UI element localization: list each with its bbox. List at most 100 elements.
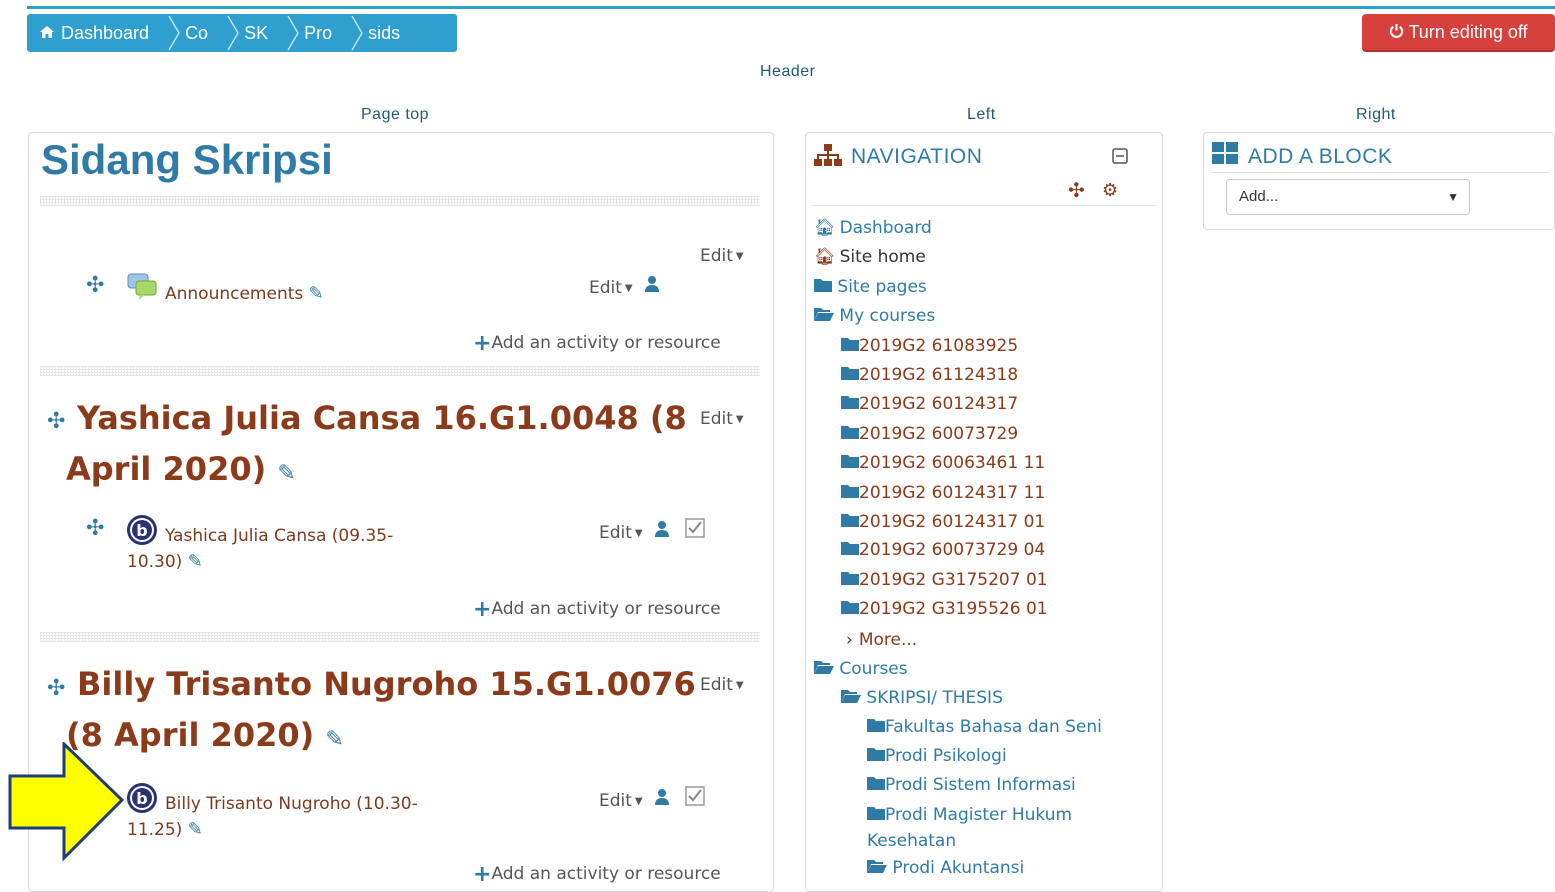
- pencil-icon[interactable]: ✎: [277, 461, 295, 486]
- breadcrumb-label: SK: [244, 22, 269, 43]
- section-edit-menu[interactable]: Edit ▼: [700, 675, 744, 695]
- announcements-link[interactable]: Announcements ✎: [165, 283, 324, 304]
- move-icon[interactable]: ✣: [86, 516, 104, 541]
- svg-text:b: b: [136, 789, 147, 808]
- course-item[interactable]: 2019G2 G3175207 01: [841, 570, 1048, 590]
- add-activity-link[interactable]: +Add an activity or resource: [473, 331, 721, 356]
- region-right-label: Right: [1356, 106, 1396, 123]
- user-icon[interactable]: [654, 521, 670, 543]
- pencil-icon[interactable]: ✎: [309, 283, 324, 304]
- nav-item-my-courses[interactable]: My courses: [814, 306, 935, 326]
- pencil-icon[interactable]: ✎: [325, 727, 343, 752]
- breadcrumb: Dashboard Co SK Pro sids: [27, 14, 457, 52]
- folder-open-icon: [814, 306, 834, 326]
- completion-checkbox-icon[interactable]: [685, 786, 706, 811]
- top-accent-line: [27, 6, 1555, 9]
- breadcrumb-co[interactable]: Co: [171, 14, 230, 52]
- nav-label: My courses: [839, 306, 936, 326]
- folder-open-icon: [867, 858, 887, 878]
- dropdown-arrow-icon: ▼: [1447, 190, 1459, 204]
- activity-line1[interactable]: Yashica Julia Cansa (09.35-: [165, 526, 393, 546]
- nav-item-site-pages[interactable]: Site pages: [814, 277, 927, 297]
- turn-editing-off-button[interactable]: Turn editing off: [1362, 14, 1555, 52]
- add-activity-link[interactable]: +Add an activity or resource: [473, 597, 721, 622]
- nav-item-more[interactable]: › More...: [846, 630, 917, 650]
- move-icon[interactable]: ✣: [86, 273, 104, 298]
- breadcrumb-dashboard[interactable]: Dashboard: [27, 14, 171, 52]
- svg-text:b: b: [136, 521, 147, 540]
- add-block-select[interactable]: Add... ▼: [1226, 179, 1470, 215]
- folder-icon: [841, 394, 859, 414]
- course-label: 2019G2 60063461 11: [859, 453, 1046, 473]
- section-edit-menu[interactable]: Edit ▼: [700, 246, 744, 266]
- pencil-icon[interactable]: ✎: [188, 819, 203, 840]
- nav-item-category[interactable]: Prodi Sistem Informasi: [867, 775, 1076, 795]
- turn-editing-label: Turn editing off: [1408, 21, 1528, 42]
- edit-label: Edit: [599, 523, 632, 543]
- folder-icon: [841, 512, 859, 532]
- course-item[interactable]: 2019G2 60073729 04: [841, 540, 1045, 560]
- section-edit-menu[interactable]: Edit ▼: [700, 409, 744, 429]
- nav-item-courses[interactable]: Courses: [814, 659, 908, 679]
- edit-label: Edit: [700, 409, 733, 429]
- plus-icon: +: [473, 862, 492, 887]
- user-icon[interactable]: [644, 276, 660, 298]
- course-item[interactable]: 2019G2 60124317 11: [841, 483, 1045, 503]
- move-icon[interactable]: ✣: [47, 409, 65, 434]
- completion-checkbox-icon[interactable]: [685, 518, 706, 543]
- section-divider: [40, 632, 760, 642]
- caret-down-icon: ▼: [634, 796, 643, 807]
- blocks-grid-icon: [1212, 142, 1238, 168]
- move-block-icon[interactable]: ✣: [1068, 178, 1085, 202]
- activity-line1[interactable]: Billy Trisanto Nugroho (10.30-: [165, 794, 418, 814]
- nav-item-category[interactable]: Prodi Psikologi: [867, 746, 1007, 766]
- course-item[interactable]: 2019G2 61083925: [841, 336, 1018, 356]
- bigbluebutton-icon: b: [126, 782, 158, 818]
- course-item[interactable]: 2019G2 60124317 01: [841, 512, 1045, 532]
- gear-icon[interactable]: ⚙: [1102, 180, 1118, 201]
- section-divider: [40, 366, 760, 376]
- user-icon[interactable]: [654, 789, 670, 811]
- home-icon: [39, 23, 55, 44]
- activity-edit-menu[interactable]: Edit ▼: [589, 275, 660, 298]
- breadcrumb-sids[interactable]: sids: [354, 14, 422, 52]
- move-icon[interactable]: ✣: [47, 676, 65, 701]
- add-activity-link[interactable]: +Add an activity or resource: [473, 862, 721, 887]
- sitemap-icon: [813, 143, 843, 171]
- nav-item-category[interactable]: Fakultas Bahasa dan Seni: [867, 717, 1102, 737]
- section-title: April 2020) ✎: [66, 444, 296, 499]
- page-title: Sidang Skripsi: [41, 136, 333, 183]
- course-item[interactable]: 2019G2 61124318: [841, 365, 1018, 385]
- nav-label-wrap[interactable]: Kesehatan: [867, 831, 956, 851]
- edit-label: Edit: [700, 675, 733, 695]
- edit-label: Edit: [599, 791, 632, 811]
- activity-edit-menu[interactable]: Edit ▼: [599, 518, 706, 543]
- collapse-icon[interactable]: [1112, 148, 1128, 168]
- nav-item-category[interactable]: Prodi Akuntansi: [867, 858, 1024, 878]
- activity-line2[interactable]: 11.25): [127, 820, 182, 840]
- breadcrumb-pro[interactable]: Pro: [290, 14, 354, 52]
- section-divider: [40, 196, 760, 206]
- course-item[interactable]: 2019G2 60124317: [841, 394, 1018, 414]
- activity-edit-menu[interactable]: Edit ▼: [599, 786, 706, 811]
- folder-icon: [841, 540, 859, 560]
- breadcrumb-label: sids: [368, 22, 401, 43]
- home-icon: 🏠︎: [814, 247, 836, 267]
- breadcrumb-label: Co: [185, 22, 209, 43]
- nav-item-dashboard[interactable]: 🏠︎ Dashboard: [814, 218, 932, 238]
- nav-item-site-home[interactable]: 🏠︎ Site home: [814, 247, 926, 267]
- pencil-icon[interactable]: ✎: [188, 551, 203, 572]
- course-item[interactable]: 2019G2 G3195526 01: [841, 599, 1048, 619]
- breadcrumb-sk[interactable]: SK: [230, 14, 290, 52]
- nav-label: Prodi Akuntansi: [892, 858, 1025, 878]
- folder-icon: [841, 336, 859, 356]
- course-label: 2019G2 61083925: [859, 336, 1019, 356]
- add-block-title: ADD A BLOCK: [1248, 145, 1393, 168]
- divider: [1210, 172, 1550, 173]
- power-icon: [1389, 22, 1404, 43]
- course-item[interactable]: 2019G2 60063461 11: [841, 453, 1045, 473]
- activity-line2[interactable]: 10.30): [127, 552, 182, 572]
- nav-item-skripsi-thesis[interactable]: SKRIPSI/ THESIS: [841, 688, 1003, 708]
- course-item[interactable]: 2019G2 60073729: [841, 424, 1018, 444]
- nav-item-category[interactable]: Prodi Magister Hukum: [867, 805, 1072, 825]
